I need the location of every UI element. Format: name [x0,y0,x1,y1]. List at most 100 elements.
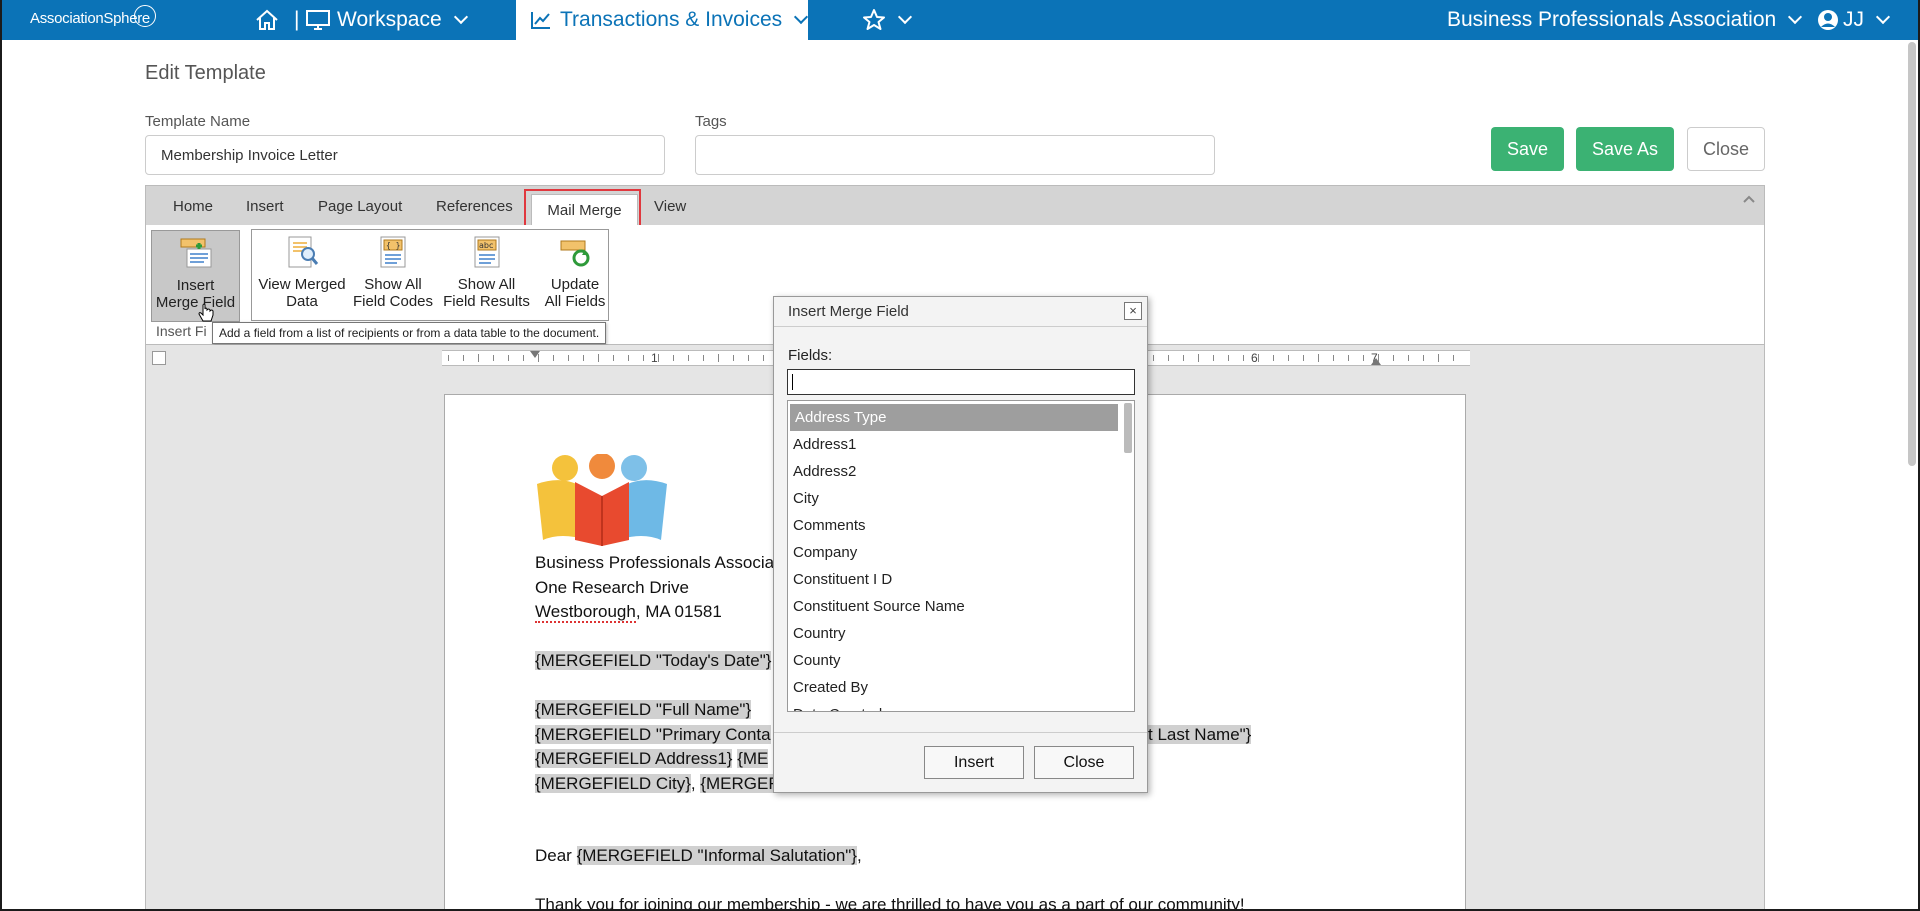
ruler-tick [478,354,479,362]
doc-fullname-line: {MERGEFIELD "Full Name"} [535,700,752,720]
ruler-tick [1198,354,1199,362]
right-indent-marker[interactable] [1371,358,1381,365]
fields-label: Fields: [788,347,833,364]
listbox-scrollbar[interactable] [1124,403,1132,453]
dialog-insert-button[interactable]: Insert [924,746,1024,779]
chevron-up-icon[interactable] [1742,194,1756,204]
user-initials: JJ [1843,8,1864,31]
field-option[interactable]: Company [788,539,1120,566]
merge-field-primary-contact[interactable]: {MERGEFIELD "Primary Conta [535,725,771,744]
insert-merge-field-button[interactable]: Insert Merge Field [151,230,240,322]
save-button[interactable]: Save [1491,127,1564,171]
user-circle-icon [1818,10,1838,30]
transactions-label: Transactions & Invoices [560,8,783,31]
ruler-tick [508,355,509,361]
tab-view[interactable]: View [654,198,686,215]
ruler-tick [1423,355,1424,361]
ruler-tick [613,355,614,361]
ruler-tick [538,354,539,362]
field-option[interactable]: Comments [788,512,1120,539]
chevron-down-icon [453,9,468,25]
user-menu[interactable]: JJ [1817,0,1891,40]
home-icon [256,9,278,30]
ruler-tick [1288,355,1289,361]
tab-references[interactable]: References [436,198,513,215]
ruler-tick [688,355,689,361]
ruler-tick [703,355,704,361]
favorites-menu[interactable] [862,0,913,40]
save-as-button[interactable]: Save As [1576,127,1674,171]
merge-field-salutation[interactable]: {MERGEFIELD "Informal Salutation"} [576,846,857,865]
org-menu[interactable]: Business Professionals Association [1447,0,1803,40]
merge-field-address1[interactable]: {MERGEFIELD Address1} [535,749,733,768]
tab-stop-selector[interactable] [152,351,166,365]
ruler-tick [1243,355,1244,361]
doc-primary-line-end: t Last Name"} [1148,725,1252,745]
field-option[interactable]: Constituent Source Name [788,593,1120,620]
template-name-input[interactable]: Membership Invoice Letter [145,135,665,175]
ribbon-group-label: Insert Fi [156,323,207,339]
ruler-tick [1258,354,1259,362]
ruler-tick [643,355,644,361]
nav-divider: | [294,8,300,31]
field-option[interactable]: Address1 [788,431,1120,458]
insert-merge-field-line1: Insert [176,277,215,294]
template-name-label: Template Name [145,113,251,130]
tab-insert[interactable]: Insert [246,198,284,215]
dialog-close-icon[interactable]: × [1124,302,1142,320]
merge-field-full-name[interactable]: {MERGEFIELD "Full Name"} [535,700,752,719]
merge-field-city[interactable]: {MERGEFIELD City} [535,774,691,793]
insert-merge-field-dialog: Insert Merge Field × Fields: Address Typ… [773,296,1148,793]
field-option[interactable]: Address2 [788,458,1120,485]
tags-input[interactable] [695,135,1215,175]
fields-listbox[interactable]: Address Type Address1 Address2 City Comm… [787,400,1135,712]
workspace-menu[interactable]: Workspace [305,0,468,40]
globe-icon [133,5,156,27]
text-caret [792,374,793,390]
ruler-tick [763,355,764,361]
merge-field-last-name[interactable]: t Last Name"} [1148,725,1252,744]
doc-date-line: {MERGEFIELD "Today's Date"} [535,651,772,671]
brand-logo[interactable]: AssociationSphere [30,5,156,27]
doc-city-separator: , [690,774,701,793]
close-button[interactable]: Close [1687,127,1765,171]
workspace-label: Workspace [337,8,442,31]
ruler-tick [1333,355,1334,361]
transactions-menu[interactable]: Transactions & Invoices [516,0,809,40]
doc-city-field-line: {MERGEFIELD City}, {MERGEF [535,774,779,794]
field-option[interactable]: City [788,485,1120,512]
page-scrollbar[interactable] [1908,42,1916,466]
field-option[interactable]: Date Created [788,701,1120,711]
doc-city-rest: , MA 01581 [635,602,722,621]
field-option[interactable]: County [788,647,1120,674]
brand-name: AssociationSphere [30,10,150,27]
association-logo [537,454,667,546]
doc-address1: One Research Drive [535,578,690,597]
ruler-tick [1393,355,1394,361]
star-icon [863,9,885,30]
fields-search-input[interactable] [787,369,1135,395]
field-option[interactable]: Created By [788,674,1120,701]
ruler-tick [1273,355,1274,361]
field-option[interactable]: Address Type [790,404,1118,431]
merge-field-address-next[interactable]: {ME [737,749,769,768]
chevron-down-icon [897,9,913,25]
template-name-value: Membership Invoice Letter [161,146,338,164]
merge-field-date[interactable]: {MERGEFIELD "Today's Date"} [535,651,772,670]
doc-city: Westborough [535,602,636,623]
home-nav[interactable]: | [254,0,311,40]
tags-label: Tags [695,113,727,130]
tab-home[interactable]: Home [173,198,213,215]
insert-merge-field-line2: Merge Field [155,294,236,311]
ruler-tick [598,354,599,362]
tab-page-layout[interactable]: Page Layout [318,198,402,215]
ruler-tick [523,355,524,361]
chevron-down-icon [1788,9,1803,25]
field-option[interactable]: Country [788,620,1120,647]
merge-field-state[interactable]: {MERGEF [700,774,779,793]
ribbon-tab-bar: Home Insert Page Layout References Mail … [145,185,1765,226]
ruler-tick [628,355,629,361]
ruler-tick [1438,354,1439,362]
dialog-close-button[interactable]: Close [1034,746,1134,779]
field-option[interactable]: Constituent I D [788,566,1120,593]
